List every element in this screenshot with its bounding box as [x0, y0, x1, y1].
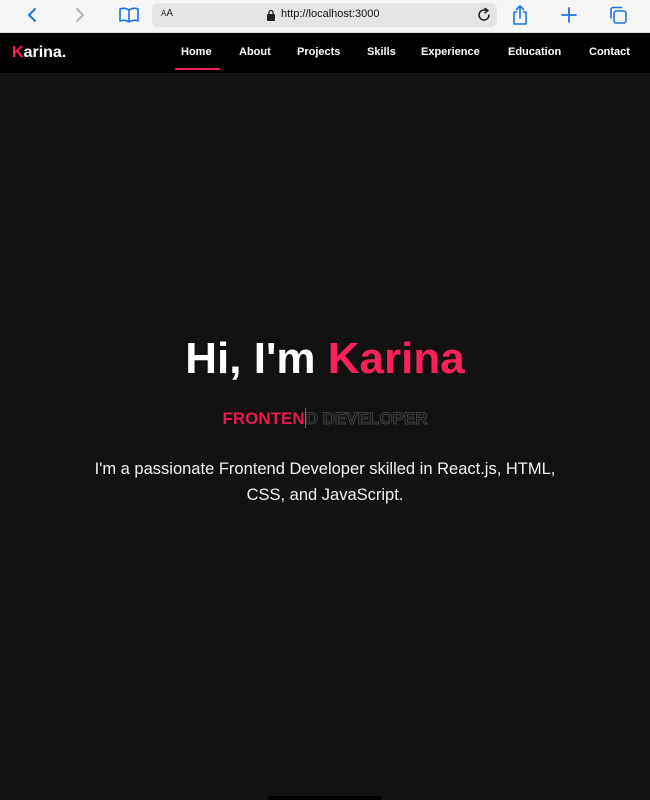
- site-navbar: Karina. Home About Projects Skills Exper…: [0, 33, 650, 73]
- home-indicator: [268, 796, 382, 800]
- chevron-left-icon: [28, 8, 36, 22]
- nav-item-projects[interactable]: Projects: [297, 46, 340, 58]
- share-button[interactable]: [509, 4, 531, 26]
- reload-icon[interactable]: [476, 7, 492, 23]
- typewriter-subtitle: FRONTEND DEVELOPER: [0, 408, 650, 429]
- browser-toolbar: AA http://localhost:3000: [0, 0, 650, 33]
- typed-text: FRONTEN: [222, 409, 305, 428]
- nav-item-experience[interactable]: Experience: [421, 46, 480, 58]
- share-icon: [513, 5, 527, 25]
- new-tab-button[interactable]: [558, 4, 580, 26]
- nav-item-home[interactable]: Home: [181, 46, 212, 58]
- lock-icon: [267, 9, 275, 21]
- book-icon: [119, 7, 139, 23]
- url-text: http://localhost:3000: [281, 8, 380, 20]
- address-bar[interactable]: AA http://localhost:3000: [152, 3, 497, 27]
- text-size-button[interactable]: AA: [161, 8, 173, 19]
- hero-greeting: Hi, I'm: [185, 334, 328, 383]
- nav-item-about[interactable]: About: [239, 46, 271, 58]
- tabs-icon: [610, 6, 627, 24]
- nav-item-education[interactable]: Education: [508, 46, 561, 58]
- hero-title: Hi, I'm Karina: [0, 334, 650, 384]
- chevron-right-icon: [76, 8, 84, 22]
- tabs-overview-button[interactable]: [607, 4, 629, 26]
- plus-icon: [561, 7, 577, 23]
- bookmarks-button[interactable]: [117, 4, 141, 26]
- back-button[interactable]: [22, 4, 42, 26]
- nav-item-contact[interactable]: Contact: [589, 46, 630, 58]
- active-nav-indicator: [175, 68, 220, 70]
- nav-item-skills[interactable]: Skills: [367, 46, 396, 58]
- untyped-text: D DEVELOPER: [305, 409, 428, 429]
- hero-name: Karina: [327, 334, 465, 383]
- forward-button[interactable]: [70, 4, 90, 26]
- site-logo[interactable]: Karina.: [12, 44, 66, 62]
- hero-description: I'm a passionate Frontend Developer skil…: [94, 460, 556, 504]
